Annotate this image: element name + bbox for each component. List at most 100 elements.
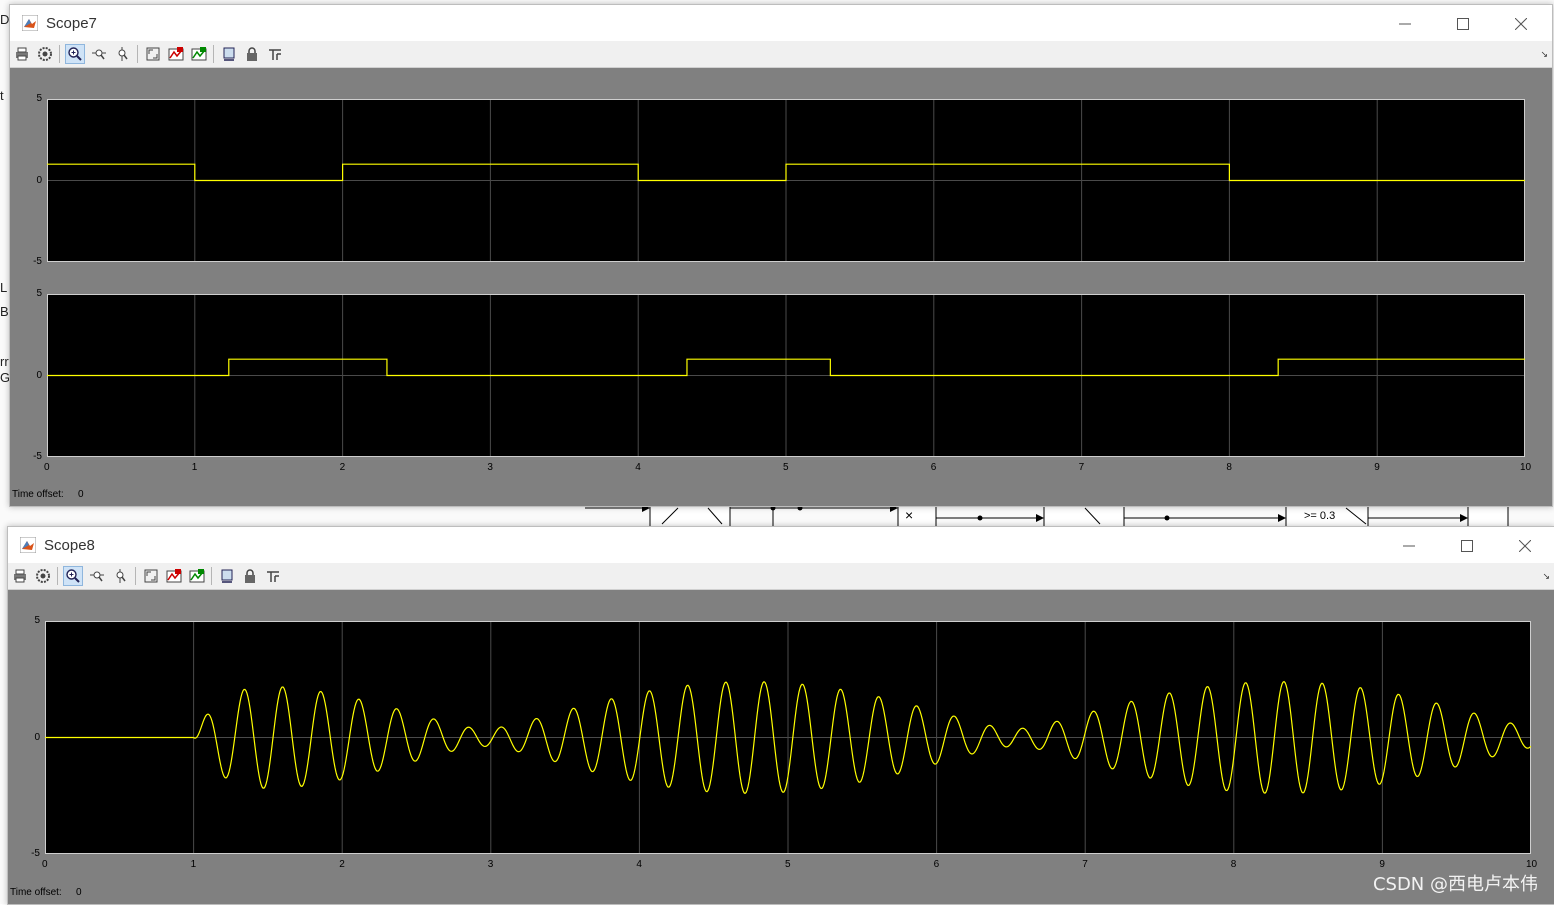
- x-tick-label: 1: [190, 859, 197, 870]
- time-offset-value: 0: [76, 887, 82, 898]
- toolbar-separator: [137, 45, 138, 63]
- toolbar-separator: [135, 567, 136, 585]
- print-button[interactable]: [10, 566, 30, 586]
- bg-fragment-text: rr: [0, 354, 9, 369]
- x-tick-label: 3: [487, 859, 494, 870]
- zoom-in-button[interactable]: [63, 566, 83, 586]
- zoom-y-button[interactable]: [111, 566, 131, 586]
- autoscale-icon: [144, 569, 158, 583]
- minimize-icon: [1399, 23, 1411, 25]
- plot-bottom: [47, 294, 1525, 457]
- scope7-window[interactable]: Scope7 ↘ 5 0 -5 5 0 -5 0 1 2 3 4 5 6 7 8 9 10 Time offse…: [9, 4, 1553, 507]
- matlab-logo-icon: [20, 537, 36, 553]
- x-tick-label: 9: [1374, 462, 1380, 473]
- y-tick-label: -5: [31, 848, 40, 859]
- y-tick-label: -5: [33, 256, 42, 267]
- toolbar-separator: [211, 567, 212, 585]
- lock-button[interactable]: [242, 44, 262, 64]
- signal-trace: [47, 163, 1525, 182]
- axes-main[interactable]: [45, 621, 1531, 854]
- y-tick-label: 5: [36, 93, 42, 104]
- title-bar[interactable]: Scope8: [8, 527, 1554, 563]
- float-button[interactable]: [219, 44, 239, 64]
- minimize-button[interactable]: [1382, 11, 1428, 37]
- settings-icon: [36, 569, 50, 583]
- float-icon: [223, 47, 235, 61]
- x-tick-label: 4: [636, 859, 642, 870]
- autoscale-button[interactable]: [141, 566, 161, 586]
- title-bar[interactable]: Scope7: [10, 5, 1552, 41]
- toolbar-expand-icon[interactable]: ↘: [1540, 49, 1548, 60]
- zoom-y-icon: [116, 569, 126, 583]
- bg-fragment-text: t: [0, 88, 4, 103]
- print-button[interactable]: [12, 44, 32, 64]
- x-tick-label: 0: [44, 462, 50, 473]
- signal-selector-icon: [267, 571, 279, 582]
- matlab-logo-icon: [22, 15, 38, 31]
- toolbar-separator: [59, 45, 60, 63]
- minimize-button[interactable]: [1386, 533, 1432, 559]
- compare-block-label: >= 0.3: [1304, 510, 1336, 522]
- watermark-text: CSDN @西电卢本伟: [1372, 874, 1538, 895]
- float-icon: [221, 569, 233, 583]
- close-icon: [1519, 540, 1531, 552]
- x-tick-label: 7: [1078, 462, 1085, 473]
- y-tick-label: 0: [36, 174, 42, 186]
- print-icon: [16, 47, 28, 61]
- save-axes-icon: [168, 47, 184, 61]
- zoom-x-button[interactable]: [87, 566, 107, 586]
- toolbar-separator: [57, 567, 58, 585]
- scope-toolbar: ↘: [8, 563, 1554, 590]
- settings-button[interactable]: [35, 44, 55, 64]
- x-tick-label: 5: [785, 859, 791, 870]
- print-icon: [14, 569, 26, 583]
- close-button[interactable]: [1498, 11, 1544, 37]
- scope-toolbar: ↘: [10, 41, 1552, 68]
- maximize-button[interactable]: [1440, 11, 1486, 37]
- settings-button[interactable]: [33, 566, 53, 586]
- x-tick-label: 10: [1520, 462, 1532, 473]
- autoscale-button[interactable]: [143, 44, 163, 64]
- x-tick-label: 7: [1082, 859, 1088, 870]
- x-tick-label: 6: [933, 859, 940, 870]
- x-tick-label: 2: [339, 859, 345, 870]
- save-axes-button[interactable]: [166, 44, 186, 64]
- signal-selector-button[interactable]: [265, 44, 285, 64]
- toolbar-expand-icon[interactable]: ↘: [1542, 571, 1550, 582]
- product-block-symbol: ×: [905, 507, 914, 523]
- restore-axes-icon: [191, 47, 207, 61]
- time-offset-label: Time offset:: [12, 489, 64, 500]
- axes-top[interactable]: [47, 99, 1525, 262]
- window-title: Scope8: [44, 536, 95, 554]
- time-offset-label: Time offset:: [10, 887, 62, 898]
- x-tick-label: 8: [1226, 462, 1232, 473]
- bg-fragment-text: B: [0, 304, 9, 319]
- zoom-y-icon: [118, 47, 128, 61]
- signal-selector-icon: [269, 49, 281, 60]
- x-tick-label: 1: [191, 462, 198, 473]
- scope8-window[interactable]: Scope8 ↘ 5 0 -5 0 1 2 3 4 5 6 7 8 9 10 Time offset: 0: [7, 526, 1554, 905]
- plot-top: [47, 99, 1525, 262]
- restore-axes-button[interactable]: [187, 566, 207, 586]
- x-tick-label: 2: [339, 462, 346, 473]
- figure-area: 5 0 -5 5 0 -5 0 1 2 3 4 5 6 7 8 9 10 Time offset: 0: [10, 68, 1552, 506]
- save-axes-icon: [166, 569, 182, 583]
- zoom-x-icon: [92, 49, 106, 60]
- x-tick-label: 9: [1379, 859, 1385, 870]
- lock-button[interactable]: [240, 566, 260, 586]
- signal-selector-button[interactable]: [263, 566, 283, 586]
- zoom-y-button[interactable]: [113, 44, 133, 64]
- minimize-icon: [1403, 545, 1415, 547]
- float-button[interactable]: [217, 566, 237, 586]
- axes-bottom[interactable]: [47, 294, 1525, 457]
- zoom-in-button[interactable]: [65, 44, 85, 64]
- lock-icon: [245, 569, 255, 583]
- close-button[interactable]: [1502, 533, 1548, 559]
- maximize-button[interactable]: [1444, 533, 1490, 559]
- restore-axes-button[interactable]: [189, 44, 209, 64]
- x-tick-label: 6: [930, 462, 937, 473]
- figure-area: 5 0 -5 0 1 2 3 4 5 6 7 8 9 10 Time offset: 0: [8, 590, 1554, 904]
- save-axes-button[interactable]: [164, 566, 184, 586]
- zoom-x-button[interactable]: [89, 44, 109, 64]
- x-tick-label: 8: [1230, 859, 1237, 870]
